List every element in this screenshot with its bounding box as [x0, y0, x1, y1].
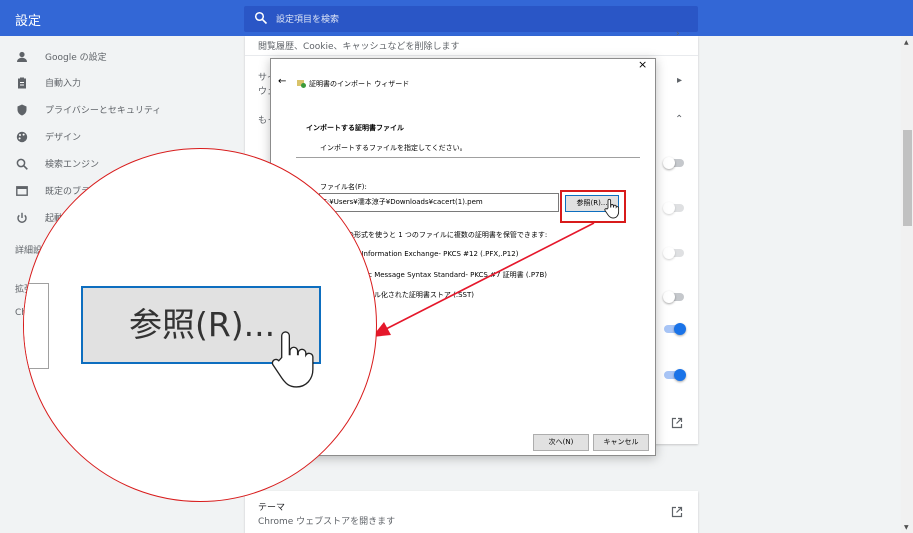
divider	[296, 157, 640, 158]
hand-cursor-icon	[604, 198, 620, 219]
toggle-switch[interactable]	[663, 247, 684, 259]
app-title: 設定	[15, 14, 42, 29]
power-icon	[17, 212, 27, 223]
theme-title: テーマ	[258, 503, 286, 513]
format-option-p7b: aphic Message Syntax Standard- PKCS #7 証…	[353, 271, 548, 279]
browser-icon	[16, 186, 28, 196]
theme-description: Chrome ウェブストアを開きます	[258, 517, 396, 527]
next-button[interactable]: 次へ(N)	[533, 434, 589, 451]
magnifier-zoom: 参照(R)...	[23, 148, 377, 502]
external-link-icon[interactable]	[671, 506, 683, 518]
dialog-subheading: インポートするファイルを指定してください。	[320, 144, 467, 152]
cancel-button[interactable]: キャンセル	[593, 434, 649, 451]
format-note: 次の形式を使うと 1 つのファイルに複数の証明書を保管できます:	[340, 231, 548, 239]
hand-cursor-icon	[271, 331, 314, 388]
sidebar-item-label: 自動入力	[45, 79, 82, 89]
dialog-heading: インポートする証明書ファイル	[306, 124, 404, 132]
divider	[245, 55, 698, 56]
filename-label: ファイル名(F):	[320, 183, 367, 191]
clipboard-icon	[18, 77, 26, 89]
search-placeholder: 設定項目を検索	[276, 15, 340, 25]
scroll-thumb[interactable]	[903, 130, 912, 226]
certificate-icon	[297, 80, 306, 88]
toggle-switch[interactable]	[663, 202, 684, 214]
toggle-switch[interactable]	[664, 369, 686, 381]
shield-icon	[17, 104, 27, 116]
external-link-icon[interactable]	[671, 417, 683, 429]
sidebar-item-autofill[interactable]: 自動入力	[0, 73, 240, 95]
sidebar-item-label: Google の設定	[45, 53, 107, 63]
filename-value: C:¥Users¥濡本涼子¥Downloads¥cacert(1).pem	[322, 198, 483, 206]
sidebar-item-privacy[interactable]: プライバシーとセキュリティ	[0, 100, 240, 122]
format-option-pfx: al Information Exchange- PKCS #12 (.PFX,…	[353, 250, 519, 258]
dialog-title: 証明書のインポート ウィザード	[309, 80, 410, 88]
scroll-up-arrow[interactable]: ▲	[904, 39, 909, 46]
clear-data-description: 閲覧履歴、Cookie、キャッシュなどを削除します	[258, 42, 460, 52]
chevron-right-icon: ›	[676, 29, 680, 39]
zoomed-panel-edge	[24, 283, 49, 369]
toggle-switch[interactable]	[663, 291, 684, 303]
sidebar-item-label: 検索エンジン	[45, 160, 100, 170]
close-icon[interactable]: ×	[638, 58, 647, 71]
back-arrow-icon[interactable]: ←	[278, 76, 286, 87]
sidebar-item-appearance[interactable]: デザイン	[0, 127, 240, 149]
toggle-switch[interactable]	[664, 323, 686, 335]
scrollbar[interactable]	[901, 36, 913, 533]
search-icon	[16, 158, 28, 170]
sidebar-item-label: デザイン	[45, 133, 82, 143]
scroll-down-arrow[interactable]: ▼	[904, 524, 909, 531]
palette-icon	[16, 131, 28, 143]
sidebar-item-google[interactable]: Google の設定	[0, 47, 240, 69]
toggle-switch[interactable]	[663, 157, 684, 169]
search-icon	[254, 11, 268, 25]
chevron-right-icon: ▸	[677, 75, 683, 86]
person-icon	[17, 51, 27, 62]
sidebar-item-label: プライバシーとセキュリティ	[45, 106, 162, 116]
chevron-up-icon[interactable]: ⌃	[675, 114, 683, 125]
